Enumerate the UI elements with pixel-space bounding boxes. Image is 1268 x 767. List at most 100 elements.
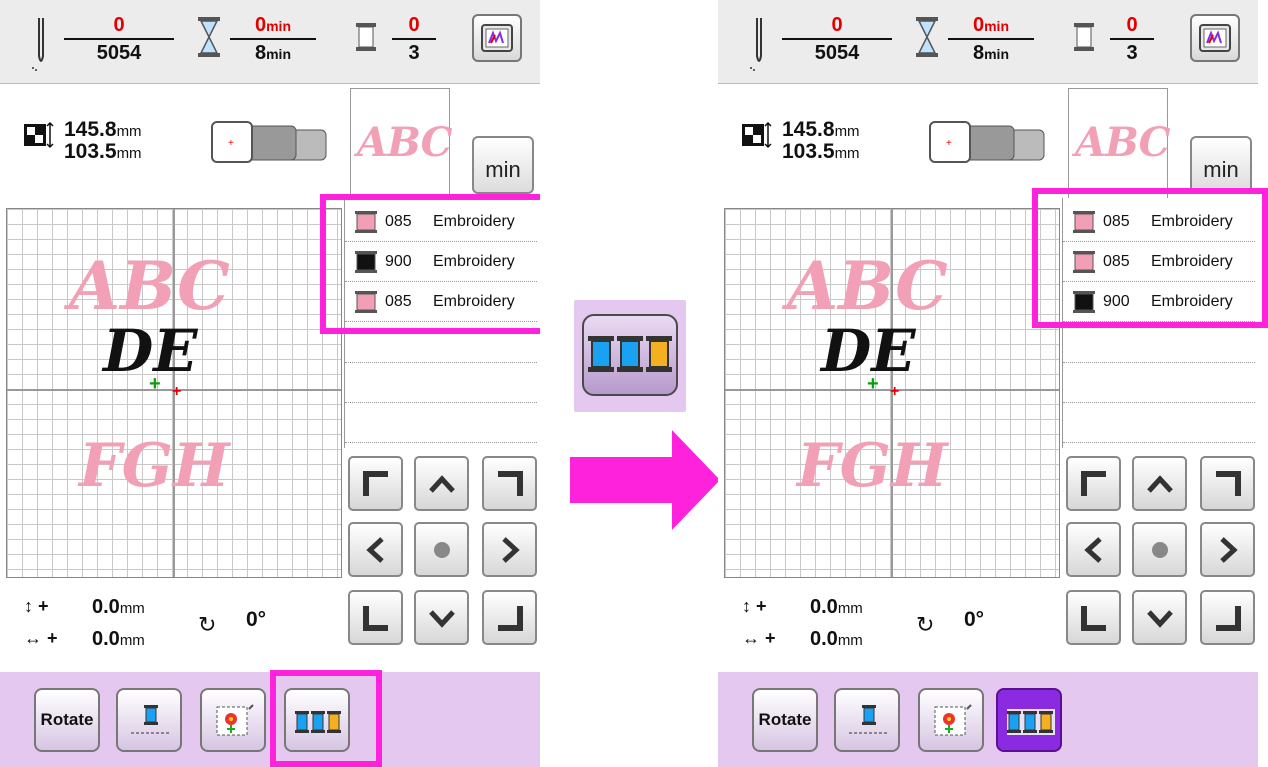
move-down-button[interactable] bbox=[414, 590, 469, 645]
embroidery-grid[interactable]: ABC DE FGH + + bbox=[6, 208, 342, 578]
chevron-up-icon bbox=[1147, 475, 1173, 493]
move-up-left-button[interactable] bbox=[1066, 456, 1121, 511]
thread-start-icon bbox=[849, 705, 889, 734]
move-down-left-button[interactable] bbox=[348, 590, 403, 645]
rotate-button[interactable]: Rotate bbox=[752, 688, 818, 752]
thread-spool-icon bbox=[355, 211, 377, 233]
corner-up-left-icon bbox=[1081, 471, 1106, 496]
chevron-left-icon bbox=[1084, 537, 1102, 563]
chevron-up-icon bbox=[429, 475, 455, 493]
starting-point-button[interactable] bbox=[834, 688, 900, 752]
needle-position-marker: + bbox=[890, 383, 900, 400]
starting-point-button[interactable] bbox=[116, 688, 182, 752]
svg-text:+: + bbox=[228, 138, 234, 149]
horizontal-position-icon: ↔ + bbox=[24, 628, 58, 648]
embroidery-monitor-button[interactable] bbox=[1190, 14, 1240, 62]
rotation-angle: 0° bbox=[964, 608, 985, 631]
thread-row-empty bbox=[1063, 442, 1255, 443]
pattern-preview-button[interactable] bbox=[200, 688, 266, 752]
move-down-right-button[interactable] bbox=[1200, 590, 1255, 645]
thread-start-icon bbox=[131, 705, 171, 734]
design-height: 145.8mm bbox=[64, 118, 142, 141]
flower-image-icon bbox=[934, 704, 972, 736]
thread-row[interactable]: 085 Embroidery bbox=[1063, 202, 1255, 242]
hoop-size-icon: + bbox=[211, 121, 327, 163]
embroidery-grid[interactable]: ABC DE FGH + + bbox=[724, 208, 1060, 578]
center-dot-icon bbox=[434, 542, 450, 558]
corner-down-left-icon bbox=[1081, 606, 1106, 631]
horizontal-position-icon: ↔ + bbox=[742, 628, 776, 648]
design-text-abc: ABC bbox=[69, 247, 230, 325]
corner-down-left-icon bbox=[363, 606, 388, 631]
min-button[interactable]: min bbox=[472, 136, 534, 194]
color-sort-button[interactable] bbox=[996, 688, 1062, 752]
vertical-position: 0.0mm bbox=[810, 596, 863, 618]
status-bar: 0 5054 0min 8min 0 3 bbox=[718, 0, 1258, 84]
thread-row[interactable]: 085 Embroidery bbox=[345, 282, 537, 322]
move-center-button[interactable] bbox=[414, 522, 469, 577]
chevron-left-icon bbox=[366, 537, 384, 563]
corner-up-right-icon bbox=[498, 471, 523, 496]
embroidery-monitor-button[interactable] bbox=[472, 14, 522, 62]
move-right-button[interactable] bbox=[482, 522, 537, 577]
move-up-right-button[interactable] bbox=[482, 456, 537, 511]
thread-row-empty bbox=[345, 402, 537, 403]
thread-change-count: 0 3 bbox=[1110, 12, 1154, 66]
bottom-toolbar: Rotate bbox=[718, 672, 1258, 767]
rotate-icon: ↻ bbox=[916, 612, 935, 637]
min-button[interactable]: min bbox=[1190, 136, 1252, 194]
move-down-left-button[interactable] bbox=[1066, 590, 1121, 645]
color-sort-icon bbox=[588, 336, 672, 372]
flower-image-icon bbox=[216, 704, 254, 736]
chevron-down-icon bbox=[429, 610, 455, 628]
thread-color-list: 085 Embroidery 900 Embroidery 085 Embroider… bbox=[344, 198, 540, 448]
thread-row[interactable]: 085 Embroidery bbox=[1063, 242, 1255, 282]
thread-spool-icon bbox=[355, 291, 377, 313]
thread-row[interactable]: 900 Embroidery bbox=[1063, 282, 1255, 322]
horizontal-position: 0.0mm bbox=[92, 628, 145, 650]
chevron-down-icon bbox=[1147, 610, 1173, 628]
move-right-button[interactable] bbox=[1200, 522, 1255, 577]
thread-spool-icon bbox=[1073, 291, 1095, 313]
hourglass-icon bbox=[916, 17, 938, 57]
thread-row-empty bbox=[345, 442, 537, 443]
move-down-button[interactable] bbox=[1132, 590, 1187, 645]
move-up-button[interactable] bbox=[414, 456, 469, 511]
center-dot-icon bbox=[1152, 542, 1168, 558]
move-up-left-button[interactable] bbox=[348, 456, 403, 511]
hourglass-icon bbox=[198, 17, 220, 57]
rotate-button[interactable]: Rotate bbox=[34, 688, 100, 752]
svg-text:+: + bbox=[946, 138, 952, 149]
move-down-right-button[interactable] bbox=[482, 590, 537, 645]
size-icon bbox=[742, 122, 772, 149]
design-height: 145.8mm bbox=[782, 118, 860, 141]
size-icon bbox=[24, 122, 54, 149]
move-center-button[interactable] bbox=[1132, 522, 1187, 577]
vertical-position: 0.0mm bbox=[92, 596, 145, 618]
move-up-right-button[interactable] bbox=[1200, 456, 1255, 511]
needle-position-marker: + bbox=[172, 383, 182, 400]
pattern-preview-button[interactable] bbox=[918, 688, 984, 752]
move-up-button[interactable] bbox=[1132, 456, 1187, 511]
design-text-fgh: FGH bbox=[79, 431, 230, 501]
thread-spool-icon bbox=[1073, 211, 1095, 233]
status-bar: 0 5054 0min 8min 0 3 bbox=[0, 0, 540, 84]
corner-down-right-icon bbox=[1216, 606, 1241, 631]
design-width: 103.5mm bbox=[782, 140, 860, 163]
thread-spool-icon bbox=[1073, 251, 1095, 273]
stitch-count: 0 5054 bbox=[782, 12, 892, 66]
move-left-button[interactable] bbox=[348, 522, 403, 577]
thread-row[interactable]: 085 Embroidery bbox=[345, 202, 537, 242]
design-text-fgh: FGH bbox=[797, 431, 948, 501]
embroidery-monitor-icon bbox=[481, 24, 513, 52]
center-marker: + bbox=[867, 373, 879, 395]
thread-row[interactable]: 900 Embroidery bbox=[345, 242, 537, 282]
needle-icon bbox=[750, 18, 762, 71]
thread-row-empty bbox=[345, 362, 537, 363]
move-left-button[interactable] bbox=[1066, 522, 1121, 577]
thread-preview: ABC bbox=[350, 88, 452, 198]
color-sort-button[interactable] bbox=[284, 688, 350, 752]
thread-spool-icon bbox=[356, 23, 376, 51]
sewing-time: 0min 8min bbox=[230, 12, 316, 66]
thread-spool-icon bbox=[1074, 23, 1094, 51]
